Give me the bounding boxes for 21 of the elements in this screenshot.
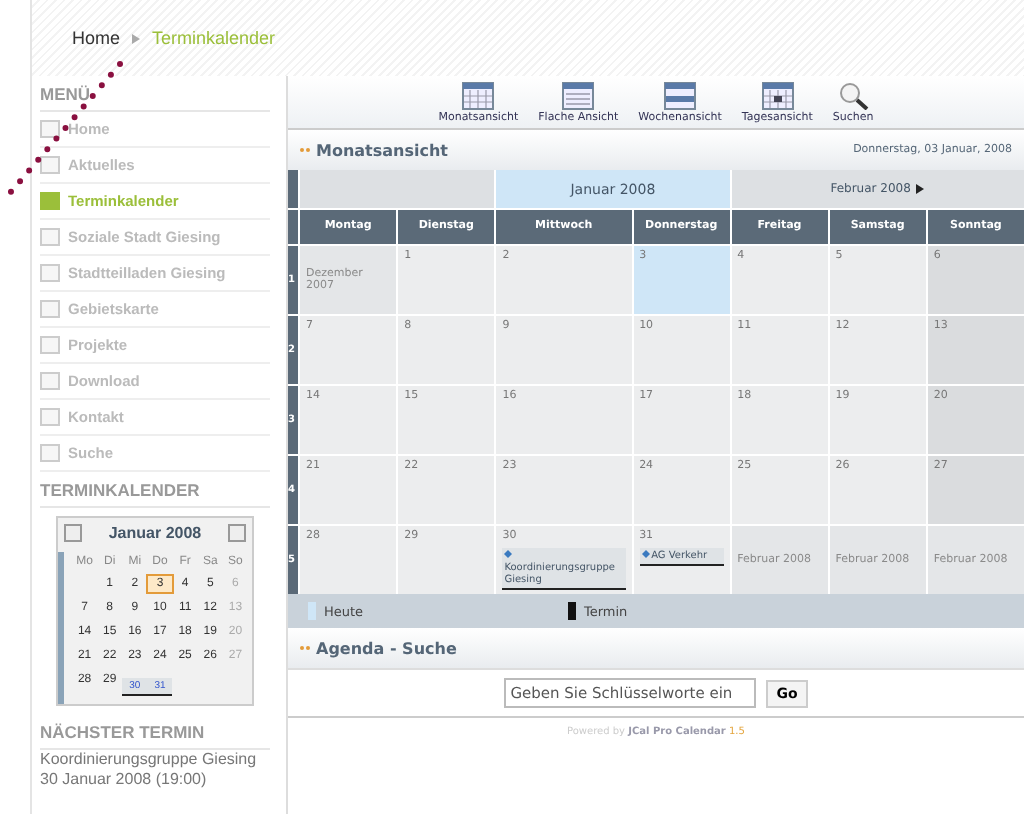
previous-month-button[interactable] bbox=[64, 524, 82, 542]
arrow-right-icon bbox=[916, 184, 925, 194]
breadcrumb-link[interactable]: Terminkalender bbox=[152, 28, 276, 48]
list-icon bbox=[562, 82, 595, 110]
event-date: 30 Januar 2008 (19:00) bbox=[40, 770, 209, 790]
week-view-icon bbox=[664, 82, 697, 110]
month-title: Januar 2008 bbox=[108, 524, 202, 542]
section-heading: NÄCHSTER TERMIN bbox=[40, 714, 270, 750]
breadcrumb-arrow-icon bbox=[132, 33, 141, 43]
event-name[interactable]: Koordinierungsgruppe Giesing bbox=[40, 750, 270, 770]
day-view-icon bbox=[761, 82, 794, 110]
section-heading: TERMINKALENDER bbox=[40, 472, 270, 508]
diamond-icon bbox=[504, 550, 513, 558]
search-icon bbox=[837, 82, 870, 110]
calendar-grid-icon bbox=[462, 82, 495, 110]
section-title: Agenda - Suche bbox=[316, 639, 457, 657]
section-title: Monatsansicht bbox=[316, 141, 448, 159]
menu-heading: MENÜ bbox=[40, 76, 270, 112]
breadcrumb-link[interactable]: Home bbox=[72, 28, 121, 48]
diamond-icon bbox=[641, 550, 650, 558]
next-month-button[interactable] bbox=[227, 524, 246, 542]
